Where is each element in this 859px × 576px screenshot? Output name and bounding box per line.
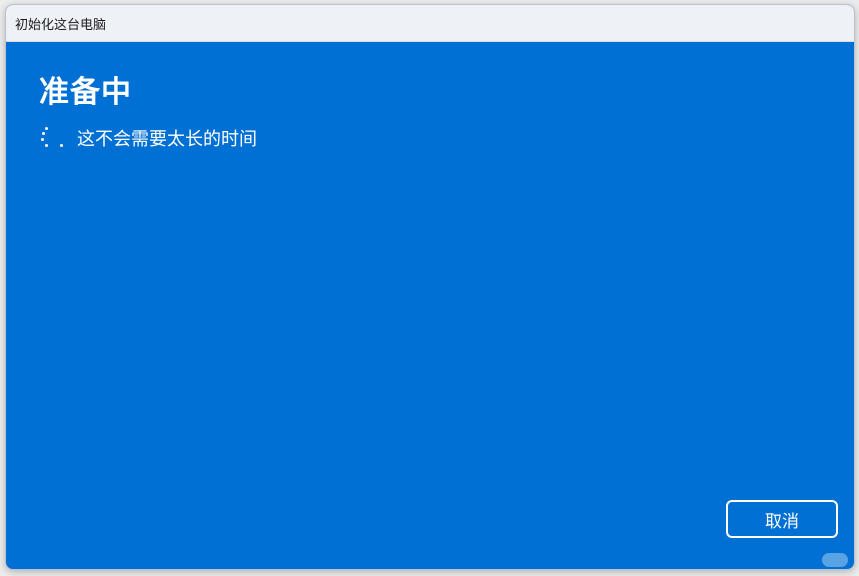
status-row: 这不会需要太长的时间 (39, 125, 257, 151)
cancel-button[interactable]: 取消 (726, 500, 838, 538)
page-title: 准备中 (39, 75, 132, 110)
watermark-badge (822, 553, 848, 567)
loading-spinner-icon (39, 125, 65, 151)
title-bar[interactable]: 初始化这台电脑 (6, 5, 854, 42)
status-text: 这不会需要太长的时间 (77, 129, 257, 150)
window-title: 初始化这台电脑 (15, 18, 107, 33)
reset-pc-dialog: 初始化这台电脑 准备中 这不会需要太长的时间 取消 (5, 4, 855, 570)
